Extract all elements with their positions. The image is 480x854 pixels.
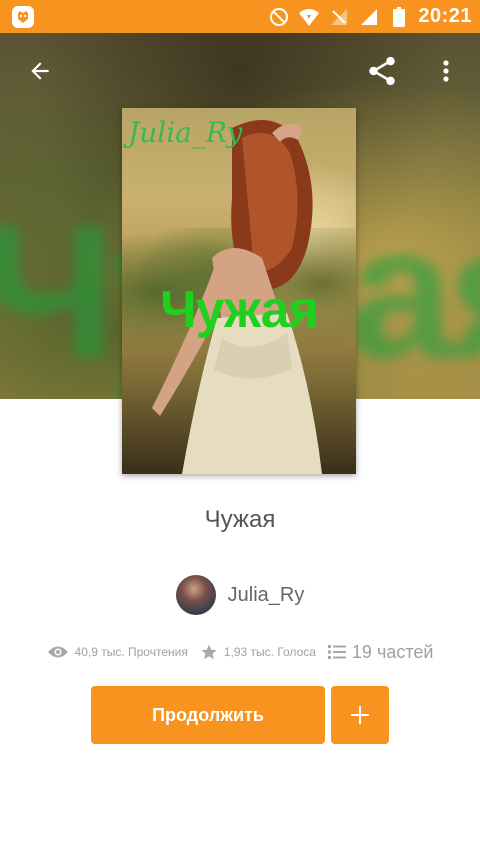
more-options-button[interactable] bbox=[426, 51, 466, 91]
stat-votes: 1,93 тыс. Голоса bbox=[200, 643, 316, 661]
story-cover[interactable]: Julia_Ry Чужая bbox=[122, 108, 356, 474]
no-signal-icon bbox=[328, 6, 350, 28]
reads-count: 40,9 тыс. Прочтения bbox=[74, 645, 188, 659]
share-button[interactable] bbox=[362, 51, 402, 91]
eye-icon bbox=[47, 646, 68, 658]
signal-icon bbox=[358, 6, 380, 28]
back-button[interactable] bbox=[20, 51, 60, 91]
arrow-left-icon bbox=[31, 62, 49, 80]
votes-count: 1,93 тыс. Голоса bbox=[223, 645, 316, 659]
status-bar: 20:21 bbox=[0, 0, 480, 33]
story-stats: 40,9 тыс. Прочтения 1,93 тыс. Голоса 19 … bbox=[0, 638, 480, 666]
do-not-disturb-icon bbox=[268, 6, 290, 28]
more-vert-icon bbox=[443, 60, 449, 82]
add-to-library-button[interactable] bbox=[331, 686, 389, 744]
list-icon bbox=[327, 645, 346, 659]
status-time: 20:21 bbox=[418, 5, 472, 27]
stat-reads: 40,9 тыс. Прочтения bbox=[47, 645, 188, 659]
parts-count: 19 частей bbox=[351, 641, 434, 662]
stat-parts[interactable]: 19 частей bbox=[327, 641, 434, 663]
toolbar bbox=[0, 33, 480, 109]
app-badge-icon bbox=[12, 5, 34, 28]
star-icon bbox=[201, 644, 217, 660]
plus-icon bbox=[351, 706, 369, 724]
author-name[interactable]: Julia_Ry bbox=[228, 584, 305, 607]
wifi-icon bbox=[298, 6, 320, 28]
battery-icon bbox=[388, 6, 410, 28]
story-actions: Продолжить bbox=[91, 686, 389, 744]
author-avatar[interactable] bbox=[175, 575, 216, 615]
cover-title: Чужая bbox=[160, 281, 319, 339]
author-row[interactable]: Julia_Ry bbox=[0, 574, 480, 616]
story-title: Чужая bbox=[204, 506, 276, 533]
continue-reading-button[interactable]: Продолжить bbox=[91, 686, 325, 744]
cover-author-script: Julia_Ry bbox=[128, 116, 243, 149]
share-icon bbox=[369, 56, 395, 86]
